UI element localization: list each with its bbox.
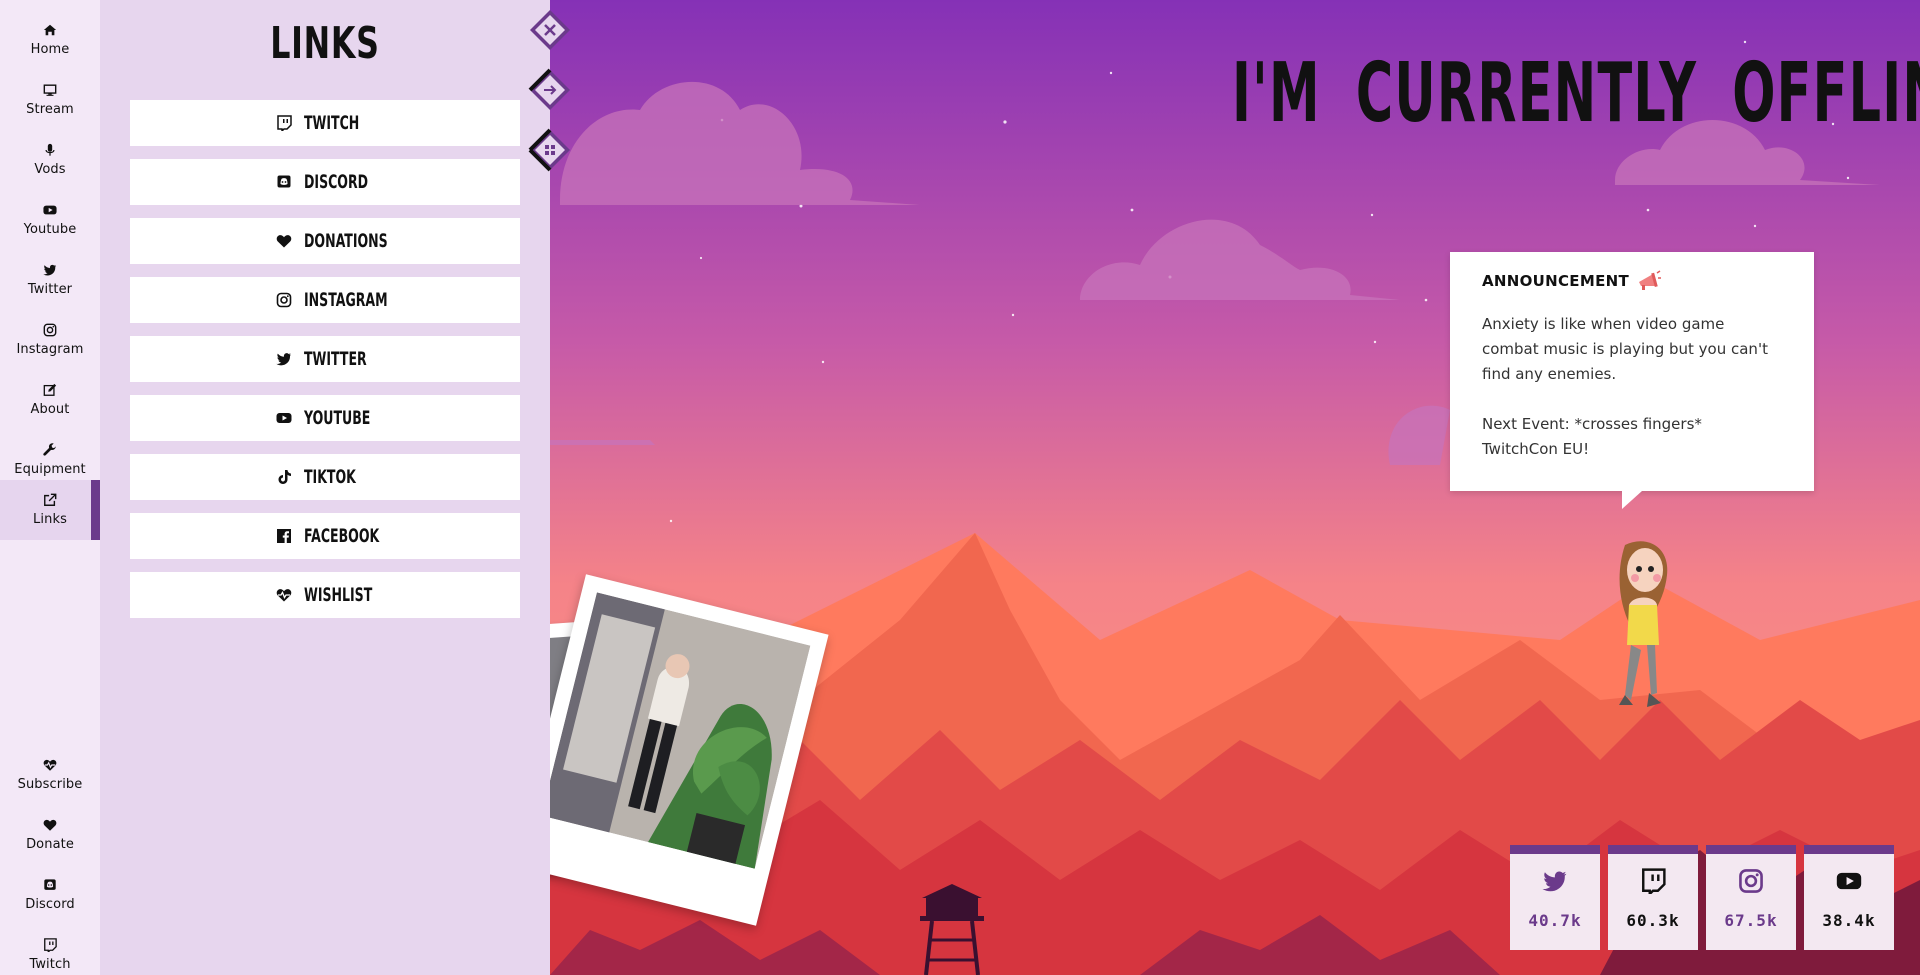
nav-item-youtube[interactable]: Youtube (0, 190, 100, 250)
link-label: WISHLIST (304, 584, 373, 606)
nav-item-donate[interactable]: Donate (0, 805, 100, 865)
announcement-card: ANNOUNCEMENT Anxiety is like when video … (1450, 252, 1814, 509)
link-label: TWITTER (304, 348, 367, 370)
streamer-avatar-character (1619, 541, 1668, 707)
nav-label: Home (30, 42, 70, 57)
nav-label: Youtube (23, 222, 77, 237)
nav-item-links[interactable]: Links (0, 480, 100, 540)
announcement-title: ANNOUNCEMENT (1482, 272, 1630, 290)
edit-icon (43, 383, 57, 397)
nav-item-stream[interactable]: Stream (0, 70, 100, 130)
nav-item-subscribe[interactable]: Subscribe (0, 745, 100, 805)
link-button-discord[interactable]: DISCORD (130, 159, 520, 205)
expand-panel-button[interactable] (528, 68, 570, 110)
heartbeat-icon (276, 587, 292, 603)
nav-label: About (30, 402, 70, 417)
link-label: FACEBOOK (304, 525, 380, 547)
stat-value: 67.5k (1724, 911, 1778, 930)
layout-toggle-button[interactable] (528, 128, 570, 172)
photo-image (541, 592, 811, 869)
link-button-facebook[interactable]: FACEBOOK (130, 513, 520, 559)
link-button-wishlist[interactable]: WISHLIST (130, 572, 520, 618)
nav-label: Subscribe (17, 777, 83, 792)
megaphone-icon (1637, 270, 1662, 292)
left-sidebar-nav: Home Stream Vods Youtube Twitter Instagr… (0, 0, 100, 975)
twitter-icon (43, 263, 57, 277)
link-button-donations[interactable]: DONATIONS (130, 218, 520, 264)
close-panel-button[interactable] (530, 10, 570, 50)
announcement-body: Anxiety is like when video game combat m… (1482, 315, 1768, 458)
instagram-icon (43, 323, 57, 337)
nav-label: Donate (26, 837, 74, 852)
tiktok-icon (276, 469, 292, 485)
stat-card-instagram[interactable]: 67.5k (1706, 845, 1796, 950)
instagram-icon (1738, 868, 1764, 894)
twitter-icon (276, 351, 292, 367)
link-label: TIKTOK (304, 466, 356, 488)
twitch-icon (1640, 868, 1666, 894)
grid-icon (528, 128, 570, 172)
nav-label: Instagram (16, 342, 84, 357)
nav-item-vods[interactable]: Vods (0, 130, 100, 190)
link-button-tiktok[interactable]: TIKTOK (130, 454, 520, 500)
nav-label: Discord (25, 897, 75, 912)
stat-card-twitter[interactable]: 40.7k (1510, 845, 1600, 950)
twitter-icon (1542, 868, 1568, 894)
link-button-instagram[interactable]: INSTAGRAM (130, 277, 520, 323)
nav-label: Equipment (14, 462, 86, 477)
link-button-twitter[interactable]: TWITTER (130, 336, 520, 382)
announcement-title-row: ANNOUNCEMENT (1482, 270, 1782, 292)
link-button-youtube[interactable]: YOUTUBE (130, 395, 520, 441)
links-panel: LINKS TWITCH DISCORD DONATIONS INSTAGRAM… (100, 0, 550, 975)
link-label: DISCORD (304, 171, 369, 193)
nav-label: Twitch (29, 957, 71, 972)
link-label: INSTAGRAM (304, 289, 388, 311)
close-icon (530, 10, 570, 50)
twitch-icon (43, 938, 57, 952)
youtube-icon (1836, 868, 1862, 894)
stat-value: 38.4k (1822, 911, 1876, 930)
monitor-icon (43, 83, 57, 97)
discord-icon (276, 174, 292, 190)
link-label: TWITCH (304, 112, 360, 134)
discord-icon (43, 878, 57, 892)
stat-value: 40.7k (1528, 911, 1582, 930)
link-label: DONATIONS (304, 230, 388, 252)
twitch-icon (276, 115, 292, 131)
arrow-right-icon (528, 68, 570, 110)
wrench-icon (43, 443, 57, 457)
facebook-icon (276, 528, 292, 544)
nav-item-home[interactable]: Home (0, 10, 100, 70)
heartbeat-icon (43, 758, 57, 772)
nav-label: Twitter (27, 282, 73, 297)
link-button-twitch[interactable]: TWITCH (130, 100, 520, 146)
youtube-icon (276, 410, 292, 426)
instagram-icon (276, 292, 292, 308)
stat-value: 60.3k (1626, 911, 1680, 930)
nav-item-about[interactable]: About (0, 370, 100, 430)
microphone-icon (43, 143, 57, 157)
youtube-icon (43, 203, 57, 217)
nav-label: Links (33, 512, 67, 527)
nav-item-twitter[interactable]: Twitter (0, 250, 100, 310)
offline-headline: I'M CURRENTLY OFFLINE (1232, 46, 1920, 141)
link-label: YOUTUBE (304, 407, 371, 429)
nav-item-instagram[interactable]: Instagram (0, 310, 100, 370)
heart-icon (276, 233, 292, 249)
nav-item-twitch[interactable]: Twitch (0, 925, 100, 975)
nav-item-discord[interactable]: Discord (0, 865, 100, 925)
links-panel-title: LINKS (270, 18, 380, 69)
home-icon (43, 23, 57, 37)
stat-card-twitch[interactable]: 60.3k (1608, 845, 1698, 950)
stat-card-youtube[interactable]: 38.4k (1804, 845, 1894, 950)
external-link-icon (43, 493, 57, 507)
nav-label: Vods (34, 162, 66, 177)
nav-label: Stream (26, 102, 74, 117)
lookout-tower-illustration (920, 884, 984, 975)
heart-icon (43, 818, 57, 832)
